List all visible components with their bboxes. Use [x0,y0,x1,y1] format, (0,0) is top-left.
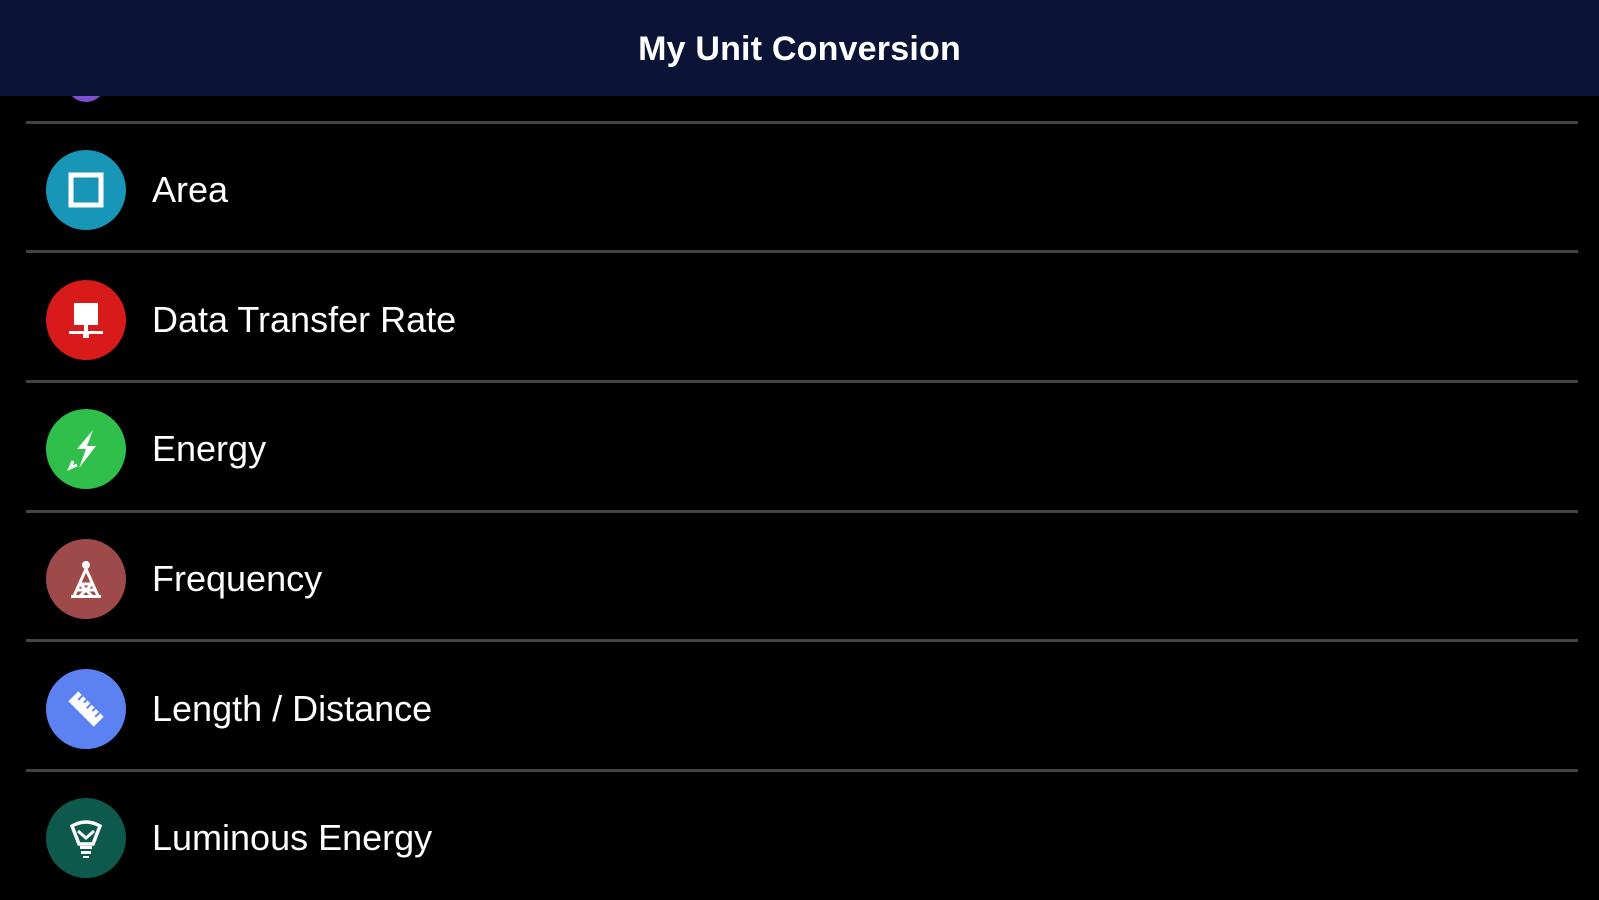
page-title: My Unit Conversion [638,29,961,68]
app-window: Area Data Transfer Rate Energy Frequency… [0,0,1599,900]
app-header: My Unit Conversion [0,0,1599,96]
list-item-label: Area [152,169,229,210]
ruler-icon [46,669,126,749]
list-item-length-distance[interactable]: Length / Distance [26,645,1578,773]
category-list: Area Data Transfer Rate Energy Frequency… [0,0,1599,900]
list-item-area[interactable]: Area [26,126,1578,254]
list-item-frequency[interactable]: Frequency [26,515,1578,643]
list-item-data-transfer-rate[interactable]: Data Transfer Rate [26,256,1578,384]
list-divider [26,380,1578,383]
light-bulb-icon [46,798,126,878]
list-item-label: Data Transfer Rate [152,299,457,340]
list-item-label: Luminous Energy [152,817,433,858]
radio-tower-icon [46,539,126,619]
list-item-label: Energy [152,428,267,469]
list-divider [26,510,1578,513]
lightning-icon [46,409,126,489]
list-item-label: Frequency [152,558,323,599]
square-icon [46,150,126,230]
list-divider [26,639,1578,642]
list-divider [26,769,1578,772]
list-item-energy[interactable]: Energy [26,385,1578,513]
list-item-luminous-energy[interactable]: Luminous Energy [26,774,1578,900]
list-divider [26,250,1578,253]
monitor-icon [46,280,126,360]
list-item-label: Length / Distance [152,688,433,729]
list-divider [26,121,1578,124]
